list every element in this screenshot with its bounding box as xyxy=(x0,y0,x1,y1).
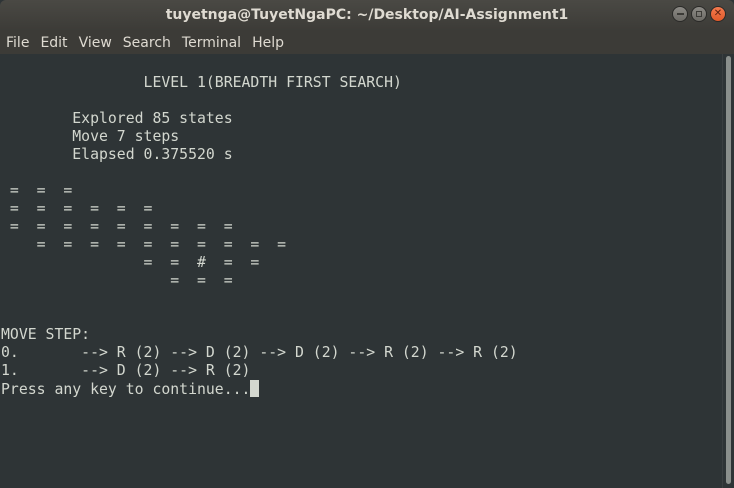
scrollbar[interactable] xyxy=(722,54,734,488)
map-row: = = = xyxy=(1,182,73,199)
menu-view[interactable]: View xyxy=(73,35,117,51)
prompt-text: Press any key to continue... xyxy=(1,381,251,398)
terminal-line: Explored 85 states xyxy=(1,110,233,127)
text-cursor xyxy=(250,380,260,397)
map-row: = = = = = = xyxy=(1,200,153,217)
map-row: = = = = = = = = = xyxy=(1,218,233,235)
scrollbar-thumb[interactable] xyxy=(726,56,731,484)
prompt-line: Press any key to continue... xyxy=(1,380,260,399)
menu-terminal[interactable]: Terminal xyxy=(176,35,246,51)
terminal-line: Move 7 steps xyxy=(1,128,180,145)
maximize-icon xyxy=(696,11,702,17)
window-title: tuyetnga@TuyetNgaPC: ~/Desktop/AI-Assign… xyxy=(165,7,569,23)
map-row: = = # = = xyxy=(1,254,260,271)
terminal-line: 0. --> R (2) --> D (2) --> D (2) --> R (… xyxy=(1,344,518,361)
close-icon: ✕ xyxy=(713,8,723,19)
terminal-line: LEVEL 1(BREADTH FIRST SEARCH) xyxy=(1,74,402,91)
terminal-line: 1. --> D (2) --> R (2) xyxy=(1,362,251,379)
map-row: = = = = = = = = = = xyxy=(1,236,287,253)
menu-bar: File Edit View Search Terminal Help xyxy=(0,31,734,54)
maximize-button[interactable] xyxy=(691,6,707,22)
menu-help[interactable]: Help xyxy=(246,35,289,51)
minimize-icon xyxy=(676,13,684,15)
minimize-button[interactable] xyxy=(672,6,688,22)
title-bar[interactable]: tuyetnga@TuyetNgaPC: ~/Desktop/AI-Assign… xyxy=(0,0,734,31)
terminal-window: tuyetnga@TuyetNgaPC: ~/Desktop/AI-Assign… xyxy=(0,0,734,488)
window-controls: ✕ xyxy=(672,6,726,22)
close-button[interactable]: ✕ xyxy=(710,6,726,22)
terminal-line: Elapsed 0.375520 s xyxy=(1,146,233,163)
terminal-line: MOVE STEP: xyxy=(1,326,91,343)
terminal-output[interactable]: LEVEL 1(BREADTH FIRST SEARCH) Explored 8… xyxy=(0,54,722,488)
map-row: = = = xyxy=(1,272,233,289)
menu-edit[interactable]: Edit xyxy=(34,35,72,51)
menu-search[interactable]: Search xyxy=(117,35,176,51)
menu-file[interactable]: File xyxy=(0,35,34,51)
